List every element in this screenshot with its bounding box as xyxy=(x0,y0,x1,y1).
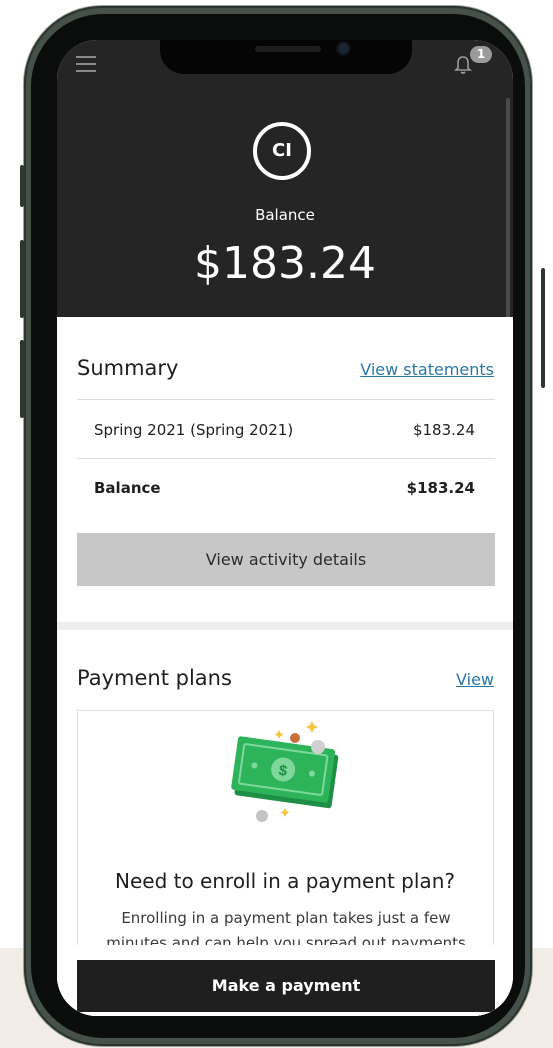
volume-up-button xyxy=(20,240,24,318)
power-button xyxy=(541,268,545,388)
summary-balance-label: Balance xyxy=(94,479,161,497)
make-payment-button[interactable]: Make a payment xyxy=(77,960,495,1012)
phone-notch xyxy=(160,40,412,74)
description-line-1: Enrolling in a payment plan takes just a… xyxy=(121,909,451,927)
speaker-grille xyxy=(255,46,321,52)
payment-plans-title: Payment plans xyxy=(77,666,232,690)
divider xyxy=(77,458,495,459)
account-header: Overview 1 CI Balance $183.24 xyxy=(57,40,513,317)
view-activity-details-button[interactable]: View activity details xyxy=(77,533,495,586)
divider xyxy=(77,399,495,400)
summary-balance-value: $183.24 xyxy=(406,479,475,497)
payment-plan-heading: Need to enroll in a payment plan? xyxy=(115,869,455,893)
money-bill-icon: $ xyxy=(231,721,339,822)
summary-title: Summary xyxy=(77,356,179,380)
summary-row-value: $183.24 xyxy=(412,421,475,439)
section-divider xyxy=(57,622,513,630)
balance-label: Balance xyxy=(255,206,315,224)
mute-switch xyxy=(20,165,24,207)
balance-amount: $183.24 xyxy=(194,238,376,289)
front-camera xyxy=(338,43,349,54)
notification-badge: 1 xyxy=(470,46,492,63)
hamburger-menu-icon[interactable] xyxy=(76,56,96,72)
volume-down-button xyxy=(20,340,24,418)
view-payment-plans-link[interactable]: View xyxy=(456,670,494,689)
view-statements-link[interactable]: View statements xyxy=(360,360,494,379)
avatar: CI xyxy=(253,122,311,180)
app-screen: Overview 1 CI Balance $183.24 Summary Vi… xyxy=(57,40,513,1016)
summary-row-label: Spring 2021 (Spring 2021) xyxy=(94,421,294,439)
